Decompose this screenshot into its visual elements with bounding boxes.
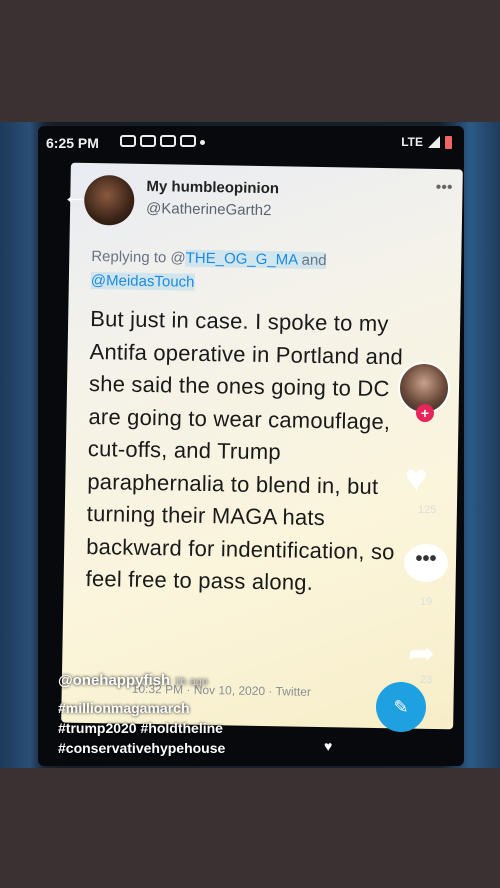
tweet-text: But just in case. I spoke to my Antifa o… <box>85 305 404 595</box>
share-icon[interactable]: ➦ <box>408 634 435 672</box>
dot-icon <box>200 140 205 145</box>
mention-link[interactable]: THE_OG_G_MA <box>185 249 298 269</box>
share-count: 23 <box>420 674 433 686</box>
comment-icon[interactable]: ••• <box>404 544 448 582</box>
signal-icon <box>428 136 440 148</box>
hashtag-line[interactable]: #trump2020 #holdtheline <box>58 720 388 736</box>
overlay-time-ago: 1h ago <box>174 676 208 688</box>
replying-to: Replying to @THE_OG_G_MA and @MeidasTouc… <box>90 245 392 298</box>
video-icon <box>120 135 136 147</box>
status-right: LTE <box>401 135 452 149</box>
screenshot-photo: 6:25 PM LTE My humbleopinion @KatherineG… <box>0 122 500 768</box>
tweet-card: My humbleopinion @KatherineGarth2 ••• Re… <box>61 162 463 730</box>
top-letterbox <box>0 0 500 122</box>
bottom-letterbox <box>0 768 500 888</box>
sim-icon <box>160 135 176 147</box>
lte-label: LTE <box>401 135 423 149</box>
message-icon <box>140 135 156 147</box>
heart-icon[interactable]: ♥ <box>405 458 428 501</box>
hashtag-line[interactable]: #conservativehypehouse <box>58 740 388 756</box>
comment-count: 19 <box>420 596 433 608</box>
display-name: My humbleopinion <box>146 177 280 198</box>
more-options-icon[interactable]: ••• <box>436 179 453 197</box>
notification-icons <box>120 135 205 147</box>
back-arrow-icon[interactable]: ← <box>62 180 88 211</box>
battery-icon <box>445 135 452 149</box>
replying-prefix: Replying to @ <box>91 247 186 267</box>
small-heart-icon: ♥ <box>324 738 333 754</box>
overlay-username[interactable]: @onehappyfish 1h ago <box>58 672 388 689</box>
status-time: 6:25 PM <box>46 135 99 151</box>
user-handle: @KatherineGarth2 <box>145 199 272 220</box>
replying-and: and <box>297 251 327 270</box>
like-count: 125 <box>418 504 437 516</box>
hashtag-line[interactable]: #millionmagamarch <box>58 700 388 716</box>
avatar[interactable] <box>83 174 135 226</box>
p-icon <box>180 135 196 147</box>
mention-link[interactable]: @MeidasTouch <box>90 271 195 291</box>
status-bar: 6:25 PM LTE <box>38 126 464 160</box>
overlay-user[interactable]: @onehappyfish <box>58 672 170 689</box>
follow-plus-icon[interactable]: + <box>416 404 434 422</box>
phone-screen: 6:25 PM LTE My humbleopinion @KatherineG… <box>38 126 464 766</box>
